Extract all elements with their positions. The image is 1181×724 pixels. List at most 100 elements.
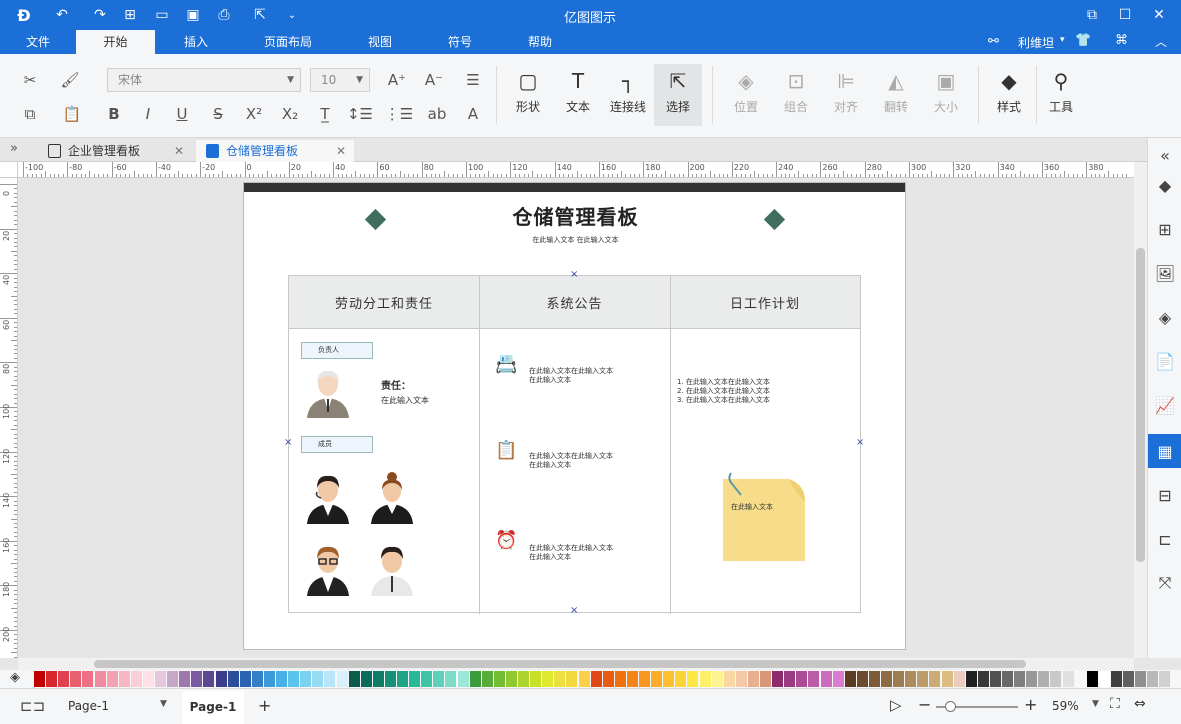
color-swatch[interactable] (868, 671, 880, 687)
page-dropdown-arrow-icon[interactable]: ▼ (160, 699, 167, 709)
new-icon[interactable]: ⊞ (120, 5, 140, 25)
vertical-scrollbar[interactable] (1134, 162, 1147, 658)
member-avatar-4-icon[interactable] (369, 542, 415, 596)
font-size-select[interactable]: 10 ▼ (310, 68, 370, 92)
restore-icon[interactable]: ⧉ (1075, 0, 1109, 30)
color-swatch[interactable] (844, 671, 856, 687)
select-button[interactable]: ⇱ 选择 (654, 64, 702, 126)
superscript-icon[interactable]: X² (242, 102, 266, 126)
color-swatch[interactable] (747, 671, 759, 687)
shape-button[interactable]: ▢ 形状 (505, 64, 551, 126)
font-grow-icon[interactable]: A⁺ (385, 68, 409, 92)
menu-insert[interactable]: 插入 (172, 30, 220, 54)
color-swatch[interactable] (1050, 671, 1062, 687)
italic-icon[interactable]: I (138, 102, 158, 126)
zoom-slider-thumb[interactable] (945, 701, 956, 712)
align-icon[interactable]: ☰ (458, 68, 488, 92)
tab-warehouse-board[interactable]: 仓储管理看板 ✕ (196, 140, 354, 162)
color-swatch[interactable] (372, 671, 384, 687)
color-swatch[interactable] (518, 671, 529, 687)
zoom-level[interactable]: 59% (1052, 699, 1079, 713)
page-panel-icon[interactable]: ⊏⊐ (20, 697, 45, 715)
text-direction-icon[interactable]: T̲ (310, 102, 340, 126)
tools-button[interactable]: ⚲ 工具 (1038, 64, 1084, 126)
flip-button[interactable]: ◭ 翻转 (873, 64, 919, 126)
size-button[interactable]: ▣ 大小 (923, 64, 969, 126)
selection-handle-top[interactable]: × (570, 269, 578, 280)
color-swatch[interactable] (663, 671, 675, 687)
color-swatch[interactable] (1062, 671, 1074, 687)
transform-icon[interactable]: ⤧ (1148, 566, 1181, 600)
board-title[interactable]: 仓储管理看板 (244, 201, 907, 230)
line-spacing-icon[interactable]: ↕☰ (345, 102, 375, 126)
color-swatch[interactable] (276, 671, 287, 687)
menu-home[interactable]: 开始 (76, 30, 155, 54)
selection-handle-left[interactable]: × (284, 437, 292, 448)
menu-view[interactable]: 视图 (356, 30, 404, 54)
sticky-note-text[interactable]: 在此输入文本 (731, 503, 773, 512)
color-swatch[interactable] (384, 671, 396, 687)
table-icon[interactable]: ▦ (1148, 434, 1181, 468)
chart-icon[interactable]: 📈 (1148, 388, 1181, 422)
menu-symbol[interactable]: 符号 (436, 30, 484, 54)
color-swatch[interactable] (675, 671, 687, 687)
slides-icon[interactable]: ⊏ (1148, 522, 1181, 556)
menu-page-layout[interactable]: 页面布局 (254, 30, 322, 54)
color-swatch[interactable] (977, 671, 989, 687)
color-swatch[interactable] (639, 671, 650, 687)
horizontal-scroll-thumb[interactable] (94, 660, 1026, 668)
color-swatch[interactable] (687, 671, 699, 687)
color-swatch[interactable] (421, 671, 433, 687)
strikethrough-icon[interactable]: S (208, 102, 228, 126)
color-swatch[interactable] (1159, 671, 1171, 687)
color-swatch[interactable] (409, 671, 421, 687)
customize-icon[interactable]: ⌄ (282, 5, 302, 25)
selection-handle-right[interactable]: × (856, 437, 864, 448)
maximize-icon[interactable]: ☐ (1108, 0, 1142, 30)
fit-page-icon[interactable]: ⛶ (1110, 696, 1120, 712)
color-swatch[interactable] (881, 671, 892, 687)
notice-2-line1[interactable]: 在此输入文本在此输入文本 (529, 452, 613, 461)
color-swatch[interactable] (348, 671, 360, 687)
app-logo-icon[interactable]: Ð (14, 5, 34, 25)
color-swatch[interactable] (94, 671, 106, 687)
open-icon[interactable]: ▭ (152, 5, 172, 25)
close-tab-icon[interactable]: ✕ (336, 140, 346, 162)
color-swatch[interactable] (711, 671, 723, 687)
leader-avatar-icon[interactable] (305, 368, 351, 418)
color-swatch[interactable] (239, 671, 251, 687)
print-icon[interactable]: ⎙ (214, 5, 234, 25)
color-swatch[interactable] (1110, 671, 1122, 687)
color-swatch[interactable] (469, 671, 481, 687)
color-swatch[interactable] (651, 671, 663, 687)
color-swatch[interactable] (215, 671, 227, 687)
color-swatch[interactable] (1038, 671, 1050, 687)
format-painter-icon[interactable]: 🖌 (58, 68, 82, 92)
connector-button[interactable]: ┐ 连接线 (605, 64, 651, 126)
color-swatch[interactable] (1026, 671, 1038, 687)
color-swatch[interactable] (46, 671, 58, 687)
color-swatch[interactable] (917, 671, 929, 687)
font-color-icon[interactable]: A (458, 102, 488, 126)
position-button[interactable]: ◈ 位置 (723, 64, 769, 126)
plan-item-3[interactable]: 3. 在此输入文本在此输入文本 (677, 396, 770, 405)
color-swatch[interactable] (324, 671, 336, 687)
menu-file[interactable]: 文件 (14, 30, 62, 54)
color-swatch[interactable] (941, 671, 953, 687)
color-swatch[interactable] (723, 671, 735, 687)
color-swatch[interactable] (433, 671, 445, 687)
redo-icon[interactable]: ↷ (90, 5, 110, 25)
color-swatch[interactable] (288, 671, 300, 687)
export-icon[interactable]: ⇱ (250, 5, 270, 25)
duty-text[interactable]: 在此输入文本 (381, 396, 429, 405)
color-swatch[interactable] (1147, 671, 1159, 687)
color-swatch[interactable] (772, 671, 784, 687)
user-name[interactable]: 利维坦 (1018, 34, 1054, 51)
color-swatch[interactable] (130, 671, 142, 687)
collapse-panel-icon[interactable]: « (1148, 138, 1181, 172)
color-swatch[interactable] (626, 671, 638, 687)
close-tab-icon[interactable]: ✕ (174, 140, 184, 162)
text-button[interactable]: T 文本 (555, 64, 601, 126)
color-swatch[interactable] (191, 671, 203, 687)
color-swatch[interactable] (82, 671, 94, 687)
